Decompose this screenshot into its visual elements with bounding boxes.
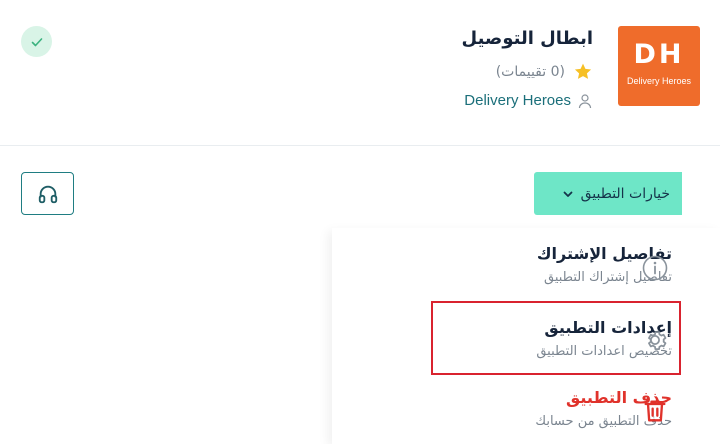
support-button[interactable] — [21, 172, 74, 215]
verified-badge — [21, 26, 52, 57]
menu-item-subtitle: تفاصيل إشتراك التطبيق — [543, 270, 672, 285]
star-icon — [574, 63, 592, 79]
check-icon — [31, 37, 42, 46]
app-header: DH Delivery Heroes ابطال التوصيل (0 تقيي… — [0, 0, 720, 146]
logo-text: Delivery Heroes — [626, 76, 692, 86]
highlight-box — [431, 301, 681, 375]
app-options-label: خيارات التطبيق — [580, 185, 670, 202]
menu-item-title: حذف التطبيق — [565, 388, 672, 407]
menu-item-subtitle: حذف التطبيق من حسابك — [535, 414, 672, 429]
menu-item-subscription-details[interactable]: تفاصيل الإشتراك تفاصيل إشتراك التطبيق — [422, 244, 672, 285]
app-options-dropdown[interactable]: خيارات التطبيق — [534, 172, 682, 215]
chevron-down-icon — [563, 191, 572, 197]
app-logo: DH Delivery Heroes — [618, 26, 700, 106]
developer-link[interactable]: Delivery Heroes — [464, 92, 593, 109]
rating-text: (0 تقييمات) — [495, 64, 565, 80]
menu-item-title: تفاصيل الإشتراك — [536, 244, 672, 263]
app-title: ابطال التوصيل — [461, 28, 593, 49]
developer-name[interactable]: Delivery Heroes — [464, 92, 571, 109]
app-rating: (0 تقييمات) — [496, 62, 593, 82]
trash-icon — [644, 400, 666, 422]
logo-mark: DH — [633, 39, 685, 70]
user-icon — [578, 93, 592, 108]
menu-item-delete-app[interactable]: حذف التطبيق حذف التطبيق من حسابك — [422, 388, 672, 429]
info-icon — [642, 255, 668, 281]
headset-icon — [38, 185, 57, 203]
